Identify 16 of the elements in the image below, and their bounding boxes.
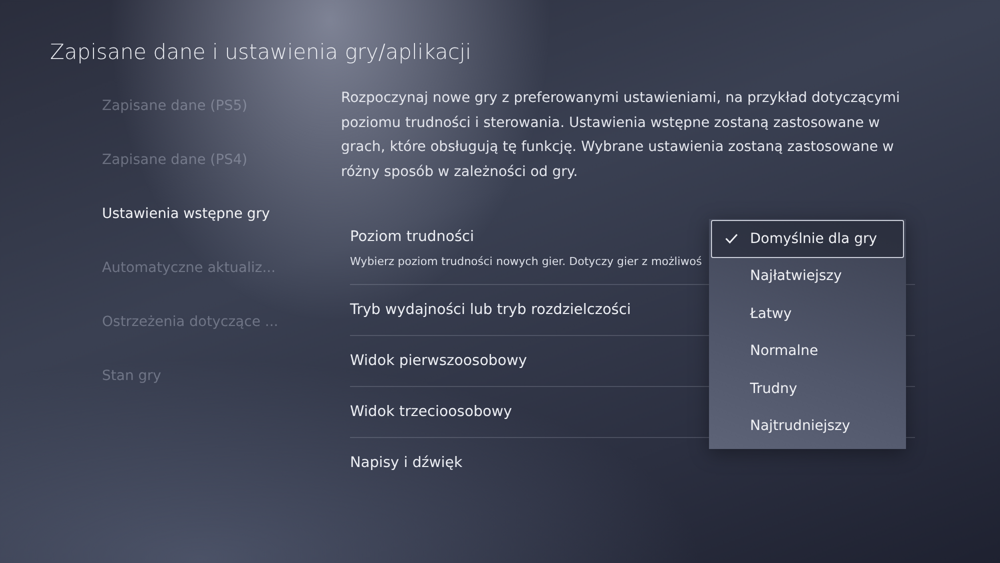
setting-hint: Wybierz poziom trudności nowych gier. Dotyczy gier z możliwoś bbox=[350, 255, 702, 269]
setting-label[interactable]: Tryb wydajności lub tryb rozdzielczości bbox=[350, 300, 631, 320]
check-icon bbox=[724, 233, 738, 244]
dropdown-option[interactable]: Łatwy bbox=[711, 295, 904, 332]
setting-label[interactable]: Poziom trudności bbox=[350, 227, 474, 247]
dropdown-option[interactable]: Najtrudniejszy bbox=[711, 408, 904, 445]
dropdown-option[interactable]: Trudny bbox=[711, 370, 904, 408]
dropdown-option[interactable]: Normalne bbox=[711, 332, 904, 370]
setting-label[interactable]: Widok trzecioosobowy bbox=[350, 402, 512, 422]
sidebar-item[interactable]: Ustawienia wstępne gry bbox=[102, 205, 341, 259]
description-text: Rozpoczynaj nowe gry z preferowanymi ustawieniami, na przykład dotyczącymi poziomu trudności i sterowania. Ustawienia wstępne zostaną zastosowane w grach, które obsługują tę funkcję. Wybrane ustawienia zostaną zastosowane w różny sposób w zależności od gry. bbox=[341, 89, 901, 182]
setting-label[interactable]: Napisy i dźwięk bbox=[350, 453, 462, 473]
dropdown-option[interactable]: Najłatwiejszy bbox=[711, 258, 904, 295]
setting-label[interactable]: Widok pierwszoosobowy bbox=[350, 351, 527, 371]
page-title: Zapisane dane i ustawienia gry/aplikacji bbox=[50, 40, 472, 64]
dropdown-option[interactable]: Domyślnie dla gry bbox=[711, 220, 904, 258]
